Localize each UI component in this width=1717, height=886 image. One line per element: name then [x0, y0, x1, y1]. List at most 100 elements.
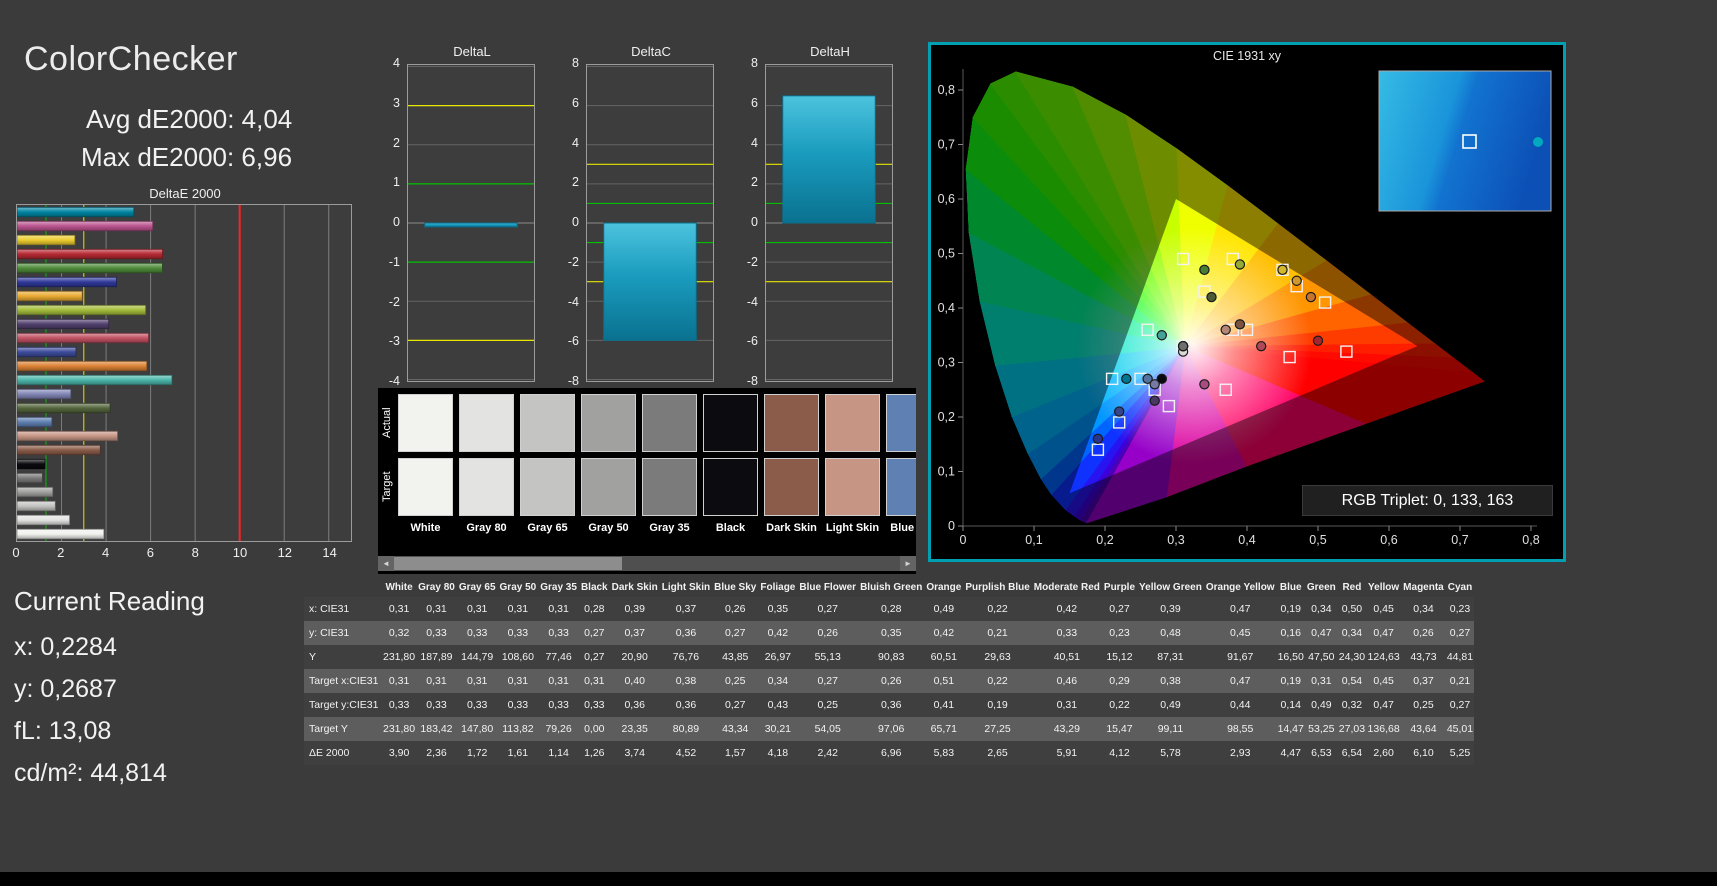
row-label: y: CIE31	[309, 627, 350, 639]
table-cell: 91,67	[1227, 651, 1254, 663]
table-cell: 24,30	[1338, 651, 1366, 663]
table-cell: 0,26	[1413, 627, 1434, 639]
axis-tick-label: 0,7	[938, 138, 955, 152]
delta-l-title: DeltaL	[453, 44, 491, 59]
table-cell: 76,76	[672, 651, 700, 663]
swatch-actual-gray-50[interactable]	[581, 394, 636, 452]
scroll-right-icon[interactable]: ►	[900, 556, 916, 571]
axis-tick-label: 4	[572, 135, 579, 150]
table-cell: 53,25	[1308, 723, 1335, 735]
deltae-bar-blue	[17, 276, 117, 288]
table-cell: 43,85	[722, 651, 749, 663]
delta-h-y-axis: -8 -6 -4 -2 0 2 4 6 8	[735, 56, 762, 388]
table-cell: 5,83	[933, 747, 955, 759]
table-cell: 45,01	[1446, 723, 1474, 735]
swatch-actual-black[interactable]	[703, 394, 758, 452]
table-cell: 0,23	[1449, 603, 1471, 615]
table-cell: 1,72	[466, 747, 488, 759]
cie-measured-blue-flower	[1149, 379, 1160, 390]
swatch-scrollbar[interactable]: ◄ ►	[378, 556, 916, 571]
swatch-target-gray-80[interactable]	[459, 458, 514, 516]
table-cell: 0,31	[584, 675, 605, 687]
swatch-actual-white[interactable]	[398, 394, 453, 452]
table-cell: 0,22	[1109, 699, 1130, 711]
table-cell: 90,83	[878, 651, 905, 663]
axis-tick-label: 0	[12, 545, 20, 560]
column-header-red: Red	[1342, 581, 1362, 593]
table-cell: 77,46	[545, 651, 572, 663]
table-cell: 65,71	[930, 723, 957, 735]
swatch-target-light-skin[interactable]	[825, 458, 880, 516]
table-cell: 79,26	[545, 723, 572, 735]
table-row-y:-cie31: y: CIE31 0,32 0,33 0,33 0,33 0,33 0,27 0,37 0,36…	[304, 621, 1475, 645]
max-de2000-readout: Max dE2000: 6,96	[81, 142, 293, 172]
table-cell: 0,31	[507, 603, 529, 615]
table-cell: 0,38	[1160, 675, 1181, 687]
column-header-black: Black	[580, 581, 608, 593]
table-row-x:-cie31: x: CIE31 0,31 0,31 0,31 0,31 0,31 0,28 0,39 0,37…	[304, 597, 1475, 621]
table-cell: 0,34	[767, 675, 789, 687]
colorchecker-window: ColorChecker Avg dE2000: 4,04 Max dE2000…	[0, 0, 1717, 886]
axis-tick-label: 6	[146, 545, 155, 560]
deltae-bar-gray-80	[17, 514, 70, 526]
table-cell: 29,63	[984, 651, 1011, 663]
axis-tick-label: -1	[388, 254, 400, 269]
cie-measured-gray-35	[1177, 340, 1189, 352]
table-cell: 0,33	[507, 627, 529, 639]
deltae-bar-purple	[17, 318, 110, 330]
swatch-target-gray-65[interactable]	[520, 458, 575, 516]
table-cell: 0,34	[1413, 603, 1434, 615]
swatch-label: Gray 50	[588, 522, 629, 534]
delta-h-title: DeltaH	[810, 44, 850, 59]
swatch-target-blue-sky[interactable]	[886, 458, 916, 516]
swatch-actual-gray-65[interactable]	[520, 394, 575, 452]
table-cell: 0,32	[388, 627, 410, 639]
table-cell: 0,31	[507, 675, 529, 687]
swatch-target-white[interactable]	[398, 458, 453, 516]
table-row-target-y: Target Y 231,80 183,42 147,80 113,82 79,26 0,0…	[304, 717, 1475, 741]
table-cell: 47,50	[1308, 651, 1335, 663]
swatch-actual-dark-skin[interactable]	[764, 394, 819, 452]
table-cell: 0,27	[817, 603, 838, 615]
deltae-bar-green	[17, 262, 163, 274]
delta-l-chart: DeltaL -4 -3 -2 -1 0 1 2 3 4	[377, 44, 539, 392]
column-header-purplish-blue: Purplish Blue	[965, 581, 1030, 593]
rgb-triplet-readout: RGB Triplet: 0, 133, 163	[1302, 485, 1553, 516]
table-cell: 0,31	[466, 675, 488, 687]
table-cell: 0,27	[584, 627, 605, 639]
scroll-left-icon[interactable]: ◄	[378, 556, 394, 571]
table-cell: 0,26	[725, 603, 746, 615]
swatch-actual-gray-35[interactable]	[642, 394, 697, 452]
swatch-target-gray-50[interactable]	[581, 458, 636, 516]
cie-measured-moderate-red	[1256, 340, 1267, 352]
swatch-target-gray-35[interactable]	[642, 458, 697, 516]
table-cell: 80,89	[672, 723, 700, 735]
deltae-bar-blue-flower	[17, 388, 72, 400]
table-cell: 0,36	[880, 699, 902, 711]
axis-tick-label: 8	[191, 545, 199, 560]
table-cell: 54,05	[814, 723, 841, 735]
table-cell: 0,48	[1160, 627, 1181, 639]
deltae2000-x-axis: 0 2 4 6 8 10 12 14	[12, 545, 354, 563]
row-label: Target Y	[309, 723, 348, 735]
table-cell: 1,26	[584, 747, 605, 759]
table-cell: 0,22	[987, 675, 1008, 687]
swatch-target-dark-skin[interactable]	[764, 458, 819, 516]
table-header-row: White Gray 80 Gray 65 Gray 50 Gray 35 Black Da…	[304, 577, 1474, 597]
table-cell: 14,47	[1277, 723, 1304, 735]
scrollbar-thumb[interactable]	[394, 557, 622, 570]
table-cell: 0,36	[675, 627, 697, 639]
swatch-label: Light Skin	[825, 522, 880, 534]
table-cell: 99,11	[1157, 723, 1184, 735]
table-cell: 0,29	[1109, 675, 1130, 687]
swatch-actual-light-skin[interactable]	[825, 394, 880, 452]
table-cell: 3,74	[624, 747, 645, 759]
axis-tick-label: 0,7	[1451, 533, 1468, 547]
axis-tick-label: 14	[322, 545, 337, 560]
table-cell: 0,42	[1056, 603, 1078, 615]
table-cell: 0,39	[624, 603, 645, 615]
swatch-actual-blue-sky[interactable]	[886, 394, 916, 452]
table-cell: 0,34	[1311, 603, 1332, 615]
swatch-target-black[interactable]	[703, 458, 758, 516]
swatch-actual-gray-80[interactable]	[459, 394, 514, 452]
